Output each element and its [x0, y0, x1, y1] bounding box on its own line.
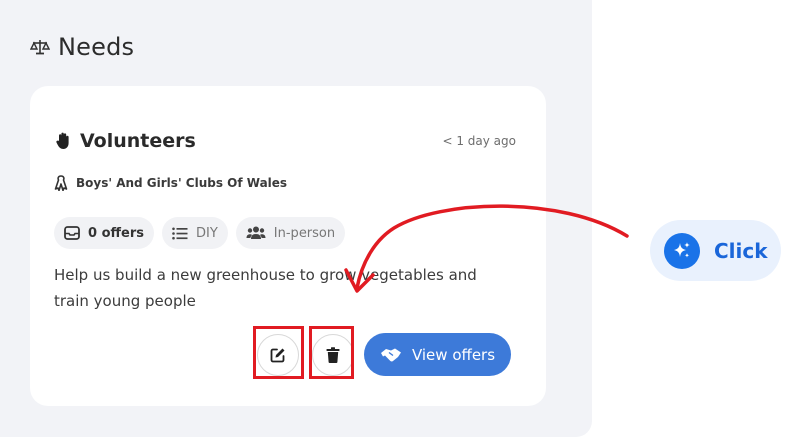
delete-button-highlight: [309, 326, 354, 379]
chip-offers: 0 offers: [54, 217, 154, 249]
section-title: Needs: [58, 33, 135, 61]
view-offers-button[interactable]: View offers: [364, 333, 511, 376]
chip-in-person-label: In-person: [273, 225, 336, 241]
click-label: Click: [714, 238, 768, 263]
people-icon: [246, 226, 266, 239]
need-description: Help us build a new greenhouse to grow v…: [54, 266, 477, 310]
chip-diy-label: DIY: [196, 225, 218, 241]
organization-name: Boys' And Girls' Clubs Of Wales: [76, 176, 288, 190]
chip-in-person: In-person: [235, 217, 346, 249]
scale-icon: [30, 40, 50, 55]
section-header: Needs: [30, 30, 134, 64]
handshake-icon: [380, 348, 401, 361]
ribbon-icon: [54, 175, 68, 191]
organization: Boys' And Girls' Clubs Of Wales: [54, 175, 287, 191]
chip-diy: DIY: [162, 217, 228, 249]
card-title: Volunteers: [54, 130, 196, 152]
card-title-text: Volunteers: [80, 130, 196, 152]
click-annotation: Click: [650, 220, 781, 281]
needs-panel: Needs Volunteers < 1 day ago Boys' And G…: [0, 0, 592, 437]
need-card[interactable]: Volunteers < 1 day ago Boys' And Girls' …: [30, 86, 546, 406]
list-icon: [172, 227, 188, 239]
chip-offers-label: 0 offers: [88, 225, 144, 241]
inbox-icon: [64, 226, 80, 240]
posted-time: < 1 day ago: [442, 134, 516, 148]
edit-button-highlight: [253, 326, 304, 379]
view-offers-label: View offers: [411, 345, 496, 364]
raised-hand-icon: [56, 132, 69, 149]
chip-list: 0 offers DIY In-person: [54, 217, 346, 249]
sparkle-icon: [664, 232, 700, 269]
